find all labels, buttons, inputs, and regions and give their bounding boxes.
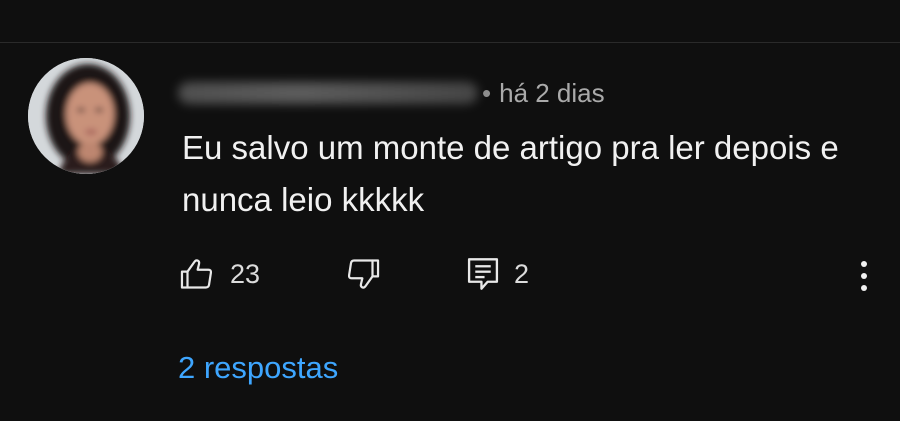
top-divider — [0, 42, 900, 43]
like-count: 23 — [230, 258, 261, 289]
avatar-image — [28, 58, 144, 174]
comment-header: • há 2 dias — [178, 76, 605, 110]
comment-reply-icon — [467, 258, 499, 290]
header-separator: • — [482, 77, 492, 108]
more-options-button[interactable] — [846, 256, 882, 296]
reply-button[interactable]: 2 — [466, 252, 529, 296]
reply-count: 2 — [514, 258, 530, 289]
more-vert-icon — [861, 261, 867, 291]
dislike-button[interactable] — [344, 252, 382, 296]
thumbs-down-icon — [347, 259, 380, 289]
author-handle-blurred[interactable] — [178, 82, 478, 104]
comment-text: Eu salvo um monte de artigo pra ler depo… — [182, 129, 839, 218]
comment-action-bar: 23 2 — [178, 252, 878, 296]
view-replies-link[interactable]: 2 respostas — [178, 350, 338, 386]
comment-timestamp[interactable]: há 2 dias — [499, 78, 605, 109]
thumbs-up-icon — [180, 259, 213, 289]
author-avatar[interactable] — [28, 58, 144, 174]
like-button[interactable]: 23 — [178, 252, 260, 296]
